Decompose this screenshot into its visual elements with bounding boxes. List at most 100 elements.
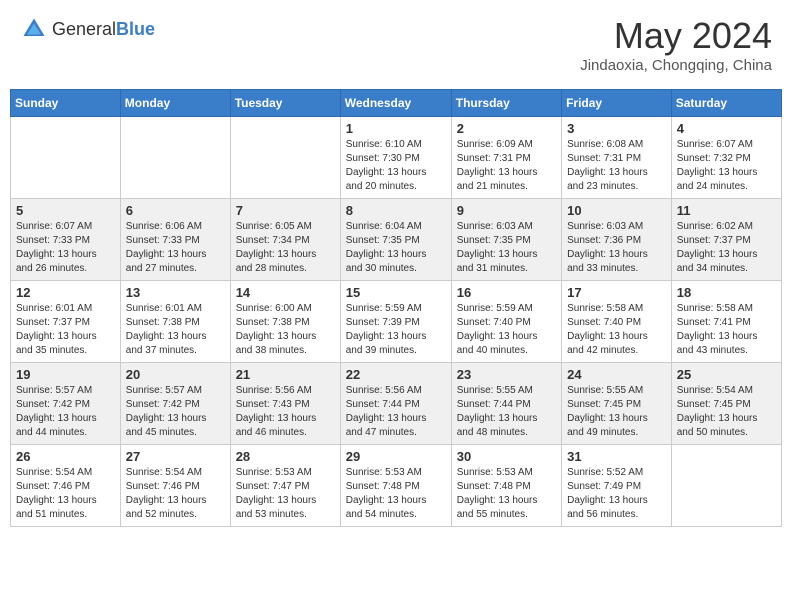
title-block: May 2024 Jindaoxia, Chongqing, China	[580, 15, 772, 74]
calendar-table: SundayMondayTuesdayWednesdayThursdayFrid…	[10, 89, 782, 527]
day-info: Sunrise: 5:54 AMSunset: 7:46 PMDaylight:…	[126, 466, 225, 522]
table-row: 12Sunrise: 6:01 AMSunset: 7:37 PMDayligh…	[11, 281, 121, 363]
weekday-header-saturday: Saturday	[671, 90, 781, 117]
day-info: Sunrise: 5:56 AMSunset: 7:43 PMDaylight:…	[236, 384, 335, 440]
day-number: 10	[567, 203, 666, 218]
table-row: 31 Sunrise: 5:52 AMSunset: 7:49 PMDayligh…	[562, 445, 672, 527]
day-number: 16	[457, 285, 556, 300]
day-number: 26	[16, 449, 115, 464]
day-info: Sunrise: 6:01 AMSunset: 7:38 PMDaylight:…	[126, 302, 225, 358]
table-row: 14Sunrise: 6:00 AMSunset: 7:38 PMDayligh…	[230, 281, 340, 363]
day-number: 28	[236, 449, 335, 464]
day-number: 23	[457, 367, 556, 382]
day-info: Sunrise: 5:55 AMSunset: 7:44 PMDaylight:…	[457, 384, 556, 440]
table-row: 4 Sunrise: 6:07 AMSunset: 7:32 PMDaylight…	[671, 117, 781, 199]
day-info: Sunrise: 6:09 AMSunset: 7:31 PMDaylight:…	[457, 138, 556, 194]
logo-text: GeneralBlue	[52, 19, 155, 40]
table-row: 15 Sunrise: 5:59 AMSunset: 7:39 PMDayligh…	[340, 281, 451, 363]
table-row: 8 Sunrise: 6:04 AMSunset: 7:35 PMDaylight…	[340, 199, 451, 281]
table-row: 10 Sunrise: 6:03 AMSunset: 7:36 PMDayligh…	[562, 199, 672, 281]
table-row: 26 Sunrise: 5:54 AMSunset: 7:46 PMDayligh…	[11, 445, 121, 527]
day-info: Sunrise: 5:58 AMSunset: 7:41 PMDaylight:…	[677, 302, 776, 358]
day-number: 13	[126, 285, 225, 300]
table-row	[11, 117, 121, 199]
day-number: 20	[126, 367, 225, 382]
weekday-header-row: SundayMondayTuesdayWednesdayThursdayFrid…	[11, 90, 782, 117]
day-info: Sunrise: 5:56 AMSunset: 7:44 PMDaylight:…	[346, 384, 446, 440]
table-row: 5Sunrise: 6:07 AMSunset: 7:33 PMDaylight…	[11, 199, 121, 281]
day-info: Sunrise: 5:54 AMSunset: 7:45 PMDaylight:…	[677, 384, 776, 440]
day-number: 17	[567, 285, 666, 300]
table-row: 29 Sunrise: 5:53 AMSunset: 7:48 PMDayligh…	[340, 445, 451, 527]
day-info: Sunrise: 6:02 AMSunset: 7:37 PMDaylight:…	[677, 220, 776, 276]
day-number: 9	[457, 203, 556, 218]
day-info: Sunrise: 6:06 AMSunset: 7:33 PMDaylight:…	[126, 220, 225, 276]
day-number: 31	[567, 449, 666, 464]
day-info: Sunrise: 6:00 AMSunset: 7:38 PMDaylight:…	[236, 302, 335, 358]
calendar-title: May 2024	[580, 15, 772, 57]
day-number: 4	[677, 121, 776, 136]
day-info: Sunrise: 5:57 AMSunset: 7:42 PMDaylight:…	[16, 384, 115, 440]
table-row: 17 Sunrise: 5:58 AMSunset: 7:40 PMDayligh…	[562, 281, 672, 363]
day-info: Sunrise: 6:04 AMSunset: 7:35 PMDaylight:…	[346, 220, 446, 276]
table-row	[120, 117, 230, 199]
table-row: 13 Sunrise: 6:01 AMSunset: 7:38 PMDayligh…	[120, 281, 230, 363]
day-number: 12	[16, 285, 115, 300]
week-row-4: 19 Sunrise: 5:57 AMSunset: 7:42 PMDayligh…	[11, 363, 782, 445]
table-row: 30Sunrise: 5:53 AMSunset: 7:48 PMDayligh…	[451, 445, 561, 527]
weekday-header-wednesday: Wednesday	[340, 90, 451, 117]
day-info: Sunrise: 5:52 AMSunset: 7:49 PMDaylight:…	[567, 466, 666, 522]
day-number: 21	[236, 367, 335, 382]
weekday-header-sunday: Sunday	[11, 90, 121, 117]
day-info: Sunrise: 5:55 AMSunset: 7:45 PMDaylight:…	[567, 384, 666, 440]
day-number: 24	[567, 367, 666, 382]
table-row: 9Sunrise: 6:03 AMSunset: 7:35 PMDaylight…	[451, 199, 561, 281]
weekday-header-thursday: Thursday	[451, 90, 561, 117]
day-number: 19	[16, 367, 115, 382]
day-info: Sunrise: 5:54 AMSunset: 7:46 PMDaylight:…	[16, 466, 115, 522]
logo-icon	[20, 15, 48, 43]
day-number: 6	[126, 203, 225, 218]
day-info: Sunrise: 5:59 AMSunset: 7:40 PMDaylight:…	[457, 302, 556, 358]
day-info: Sunrise: 5:58 AMSunset: 7:40 PMDaylight:…	[567, 302, 666, 358]
table-row: 16 Sunrise: 5:59 AMSunset: 7:40 PMDayligh…	[451, 281, 561, 363]
weekday-header-friday: Friday	[562, 90, 672, 117]
day-info: Sunrise: 5:57 AMSunset: 7:42 PMDaylight:…	[126, 384, 225, 440]
table-row: 28Sunrise: 5:53 AMSunset: 7:47 PMDayligh…	[230, 445, 340, 527]
day-number: 18	[677, 285, 776, 300]
day-number: 15	[346, 285, 446, 300]
day-number: 7	[236, 203, 335, 218]
day-info: Sunrise: 6:10 AMSunset: 7:30 PMDaylight:…	[346, 138, 446, 194]
day-info: Sunrise: 6:08 AMSunset: 7:31 PMDaylight:…	[567, 138, 666, 194]
day-info: Sunrise: 5:53 AMSunset: 7:48 PMDaylight:…	[346, 466, 446, 522]
table-row: 1 Sunrise: 6:10 AMSunset: 7:30 PMDaylight…	[340, 117, 451, 199]
day-number: 11	[677, 203, 776, 218]
day-number: 27	[126, 449, 225, 464]
day-number: 1	[346, 121, 446, 136]
day-info: Sunrise: 5:53 AMSunset: 7:48 PMDaylight:…	[457, 466, 556, 522]
table-row: 11 Sunrise: 6:02 AMSunset: 7:37 PMDayligh…	[671, 199, 781, 281]
day-info: Sunrise: 5:59 AMSunset: 7:39 PMDaylight:…	[346, 302, 446, 358]
day-info: Sunrise: 6:03 AMSunset: 7:36 PMDaylight:…	[567, 220, 666, 276]
page-header: GeneralBlue May 2024 Jindaoxia, Chongqin…	[10, 10, 782, 79]
week-row-3: 12Sunrise: 6:01 AMSunset: 7:37 PMDayligh…	[11, 281, 782, 363]
table-row: 7 Sunrise: 6:05 AMSunset: 7:34 PMDaylight…	[230, 199, 340, 281]
table-row: 25Sunrise: 5:54 AMSunset: 7:45 PMDayligh…	[671, 363, 781, 445]
day-info: Sunrise: 6:05 AMSunset: 7:34 PMDaylight:…	[236, 220, 335, 276]
week-row-5: 26 Sunrise: 5:54 AMSunset: 7:46 PMDayligh…	[11, 445, 782, 527]
logo: GeneralBlue	[20, 15, 155, 43]
table-row: 3Sunrise: 6:08 AMSunset: 7:31 PMDaylight…	[562, 117, 672, 199]
day-number: 8	[346, 203, 446, 218]
table-row: 21 Sunrise: 5:56 AMSunset: 7:43 PMDayligh…	[230, 363, 340, 445]
weekday-header-monday: Monday	[120, 90, 230, 117]
logo-general: General	[52, 19, 116, 39]
week-row-1: 1 Sunrise: 6:10 AMSunset: 7:30 PMDaylight…	[11, 117, 782, 199]
table-row: 2 Sunrise: 6:09 AMSunset: 7:31 PMDaylight…	[451, 117, 561, 199]
day-info: Sunrise: 6:07 AMSunset: 7:32 PMDaylight:…	[677, 138, 776, 194]
day-number: 29	[346, 449, 446, 464]
table-row: 20 Sunrise: 5:57 AMSunset: 7:42 PMDayligh…	[120, 363, 230, 445]
table-row: 18 Sunrise: 5:58 AMSunset: 7:41 PMDayligh…	[671, 281, 781, 363]
day-number: 2	[457, 121, 556, 136]
table-row: 19 Sunrise: 5:57 AMSunset: 7:42 PMDayligh…	[11, 363, 121, 445]
calendar-location: Jindaoxia, Chongqing, China	[580, 57, 772, 74]
